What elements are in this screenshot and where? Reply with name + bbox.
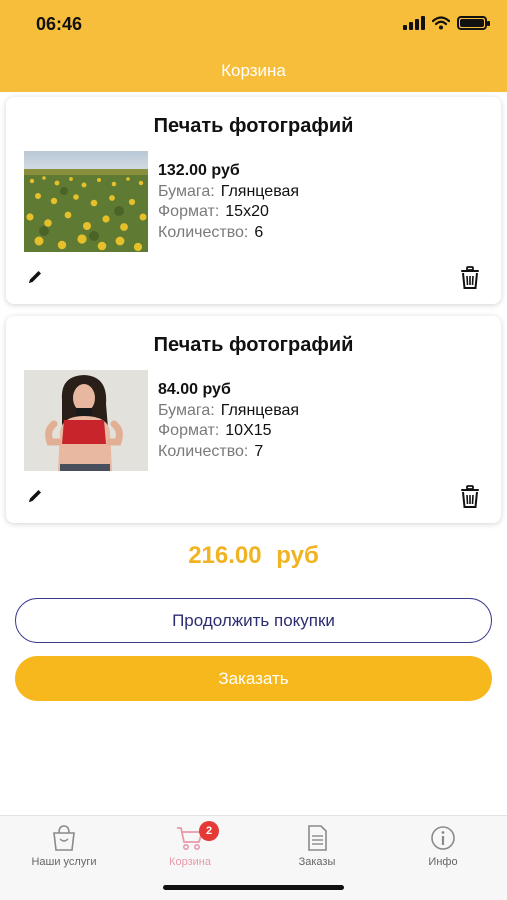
cart-item-title: Печать фотографий xyxy=(153,115,354,137)
home-indicator[interactable] xyxy=(163,885,344,890)
cart-item-price: 84.00 руб xyxy=(158,381,231,398)
edit-icon[interactable] xyxy=(26,487,44,505)
order-button[interactable]: Заказать xyxy=(15,656,492,701)
trash-icon[interactable] xyxy=(459,266,481,290)
quantity-value: 7 xyxy=(254,442,264,460)
document-icon xyxy=(308,825,327,851)
info-icon xyxy=(431,826,455,850)
tab-cart[interactable]: 2 Корзина xyxy=(135,821,245,868)
format-label: Формат: xyxy=(158,422,220,439)
tab-services[interactable]: Наши услуги xyxy=(9,824,119,868)
tab-label: Инфо xyxy=(428,856,458,868)
page-title: Корзина xyxy=(221,61,286,80)
continue-shopping-button[interactable]: Продолжить покупки xyxy=(15,598,492,643)
format-value: 10X15 xyxy=(225,422,272,439)
trash-icon[interactable] xyxy=(459,485,481,509)
cart-item-price: 132.00 руб xyxy=(158,162,240,179)
cart-count-badge: 2 xyxy=(199,821,219,841)
tab-label: Корзина xyxy=(169,856,211,868)
header-bar: 06:46 Корзина xyxy=(0,0,507,92)
cart-item-card: Печать фотографий 132.00 руб Бумага: Гля… xyxy=(6,97,501,304)
quantity-value: 6 xyxy=(254,223,264,241)
status-icons xyxy=(403,16,490,30)
paper-label: Бумага: xyxy=(158,401,215,419)
quantity-label: Количество: xyxy=(158,442,249,460)
tab-label: Заказы xyxy=(298,856,336,868)
cart-item-details: 132.00 руб Бумага: Глянцевая Формат: 15x20… xyxy=(158,161,299,243)
paper-value: Глянцевая xyxy=(220,401,300,419)
cart-total: 216.00 руб xyxy=(188,542,319,569)
paper-value: Глянцевая xyxy=(220,182,300,200)
cart-item-card: Печать фотографий 84.00 руб Бумага: Глянц… xyxy=(6,316,501,523)
battery-icon xyxy=(457,16,490,30)
format-label: Формат: xyxy=(158,203,220,220)
status-time: 06:46 xyxy=(36,14,83,34)
cart-item-details: 84.00 руб Бумага: Глянцевая Формат: 10X15 … xyxy=(158,380,299,462)
tab-orders[interactable]: Заказы xyxy=(262,824,372,868)
paper-label: Бумага: xyxy=(158,182,215,200)
tab-info[interactable]: Инфо xyxy=(388,824,498,868)
cellular-signal-icon xyxy=(403,16,425,30)
quantity-label: Количество: xyxy=(158,223,249,241)
cart-item-photo xyxy=(24,370,148,471)
cart-item-title: Печать фотографий xyxy=(153,334,354,356)
wifi-icon xyxy=(432,16,450,30)
format-value: 15x20 xyxy=(225,203,269,220)
edit-icon[interactable] xyxy=(26,268,44,286)
cart-item-photo xyxy=(24,151,148,252)
tab-label: Наши услуги xyxy=(31,856,97,868)
bag-icon xyxy=(53,825,75,851)
